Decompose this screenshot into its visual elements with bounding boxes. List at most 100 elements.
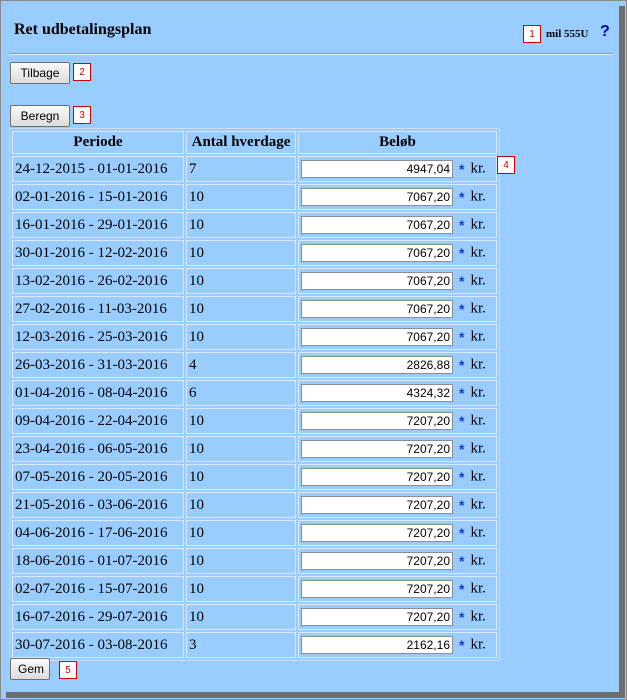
workdays-cell: 10 bbox=[186, 296, 296, 322]
amount-input[interactable] bbox=[301, 496, 453, 514]
period-cell: 16-01-2016 - 29-01-2016 bbox=[12, 212, 184, 238]
workdays-cell: 10 bbox=[186, 436, 296, 462]
table-row: 13-02-2016 - 26-02-201610 * kr. bbox=[12, 268, 497, 294]
required-marker: * bbox=[459, 357, 465, 373]
currency-unit: kr. bbox=[470, 580, 486, 597]
period-cell: 26-03-2016 - 31-03-2016 bbox=[12, 352, 184, 378]
currency-unit: kr. bbox=[470, 608, 486, 625]
currency-unit: kr. bbox=[470, 216, 486, 233]
badge-5: 5 bbox=[59, 661, 77, 679]
amount-cell: * kr. bbox=[298, 408, 497, 434]
currency-unit: kr. bbox=[470, 328, 486, 345]
workdays-cell: 10 bbox=[186, 492, 296, 518]
period-cell: 02-07-2016 - 15-07-2016 bbox=[12, 576, 184, 602]
table-row: 26-03-2016 - 31-03-20164 * kr. bbox=[12, 352, 497, 378]
amount-input[interactable] bbox=[301, 580, 453, 598]
table-row: 30-07-2016 - 03-08-20163 * kr. bbox=[12, 632, 497, 658]
required-marker: * bbox=[459, 161, 465, 177]
help-icon[interactable]: ? bbox=[600, 23, 610, 41]
period-cell: 04-06-2016 - 17-06-2016 bbox=[12, 520, 184, 546]
workdays-cell: 10 bbox=[186, 324, 296, 350]
period-cell: 12-03-2016 - 25-03-2016 bbox=[12, 324, 184, 350]
badge-3: 3 bbox=[73, 106, 91, 124]
period-cell: 21-05-2016 - 03-06-2016 bbox=[12, 492, 184, 518]
required-marker: * bbox=[459, 609, 465, 625]
required-marker: * bbox=[459, 553, 465, 569]
required-marker: * bbox=[459, 245, 465, 261]
amount-input[interactable] bbox=[301, 216, 453, 234]
amount-input[interactable] bbox=[301, 384, 453, 402]
period-cell: 07-05-2016 - 20-05-2016 bbox=[12, 464, 184, 490]
workdays-cell: 10 bbox=[186, 548, 296, 574]
period-cell: 13-02-2016 - 26-02-2016 bbox=[12, 268, 184, 294]
table-row: 16-07-2016 - 29-07-201610 * kr. bbox=[12, 604, 497, 630]
back-button[interactable]: Tilbage bbox=[10, 62, 70, 84]
required-marker: * bbox=[459, 525, 465, 541]
amount-cell: * kr. bbox=[298, 520, 497, 546]
required-marker: * bbox=[459, 581, 465, 597]
currency-unit: kr. bbox=[470, 524, 486, 541]
workdays-cell: 10 bbox=[186, 576, 296, 602]
table-row: 01-04-2016 - 08-04-20166 * kr. bbox=[12, 380, 497, 406]
period-cell: 09-04-2016 - 22-04-2016 bbox=[12, 408, 184, 434]
column-header-amount: Beløb bbox=[298, 131, 497, 154]
user-id: mil 555U bbox=[546, 28, 589, 40]
amount-input[interactable] bbox=[301, 552, 453, 570]
amount-input[interactable] bbox=[301, 356, 453, 374]
amount-cell: * kr. bbox=[298, 268, 497, 294]
currency-unit: kr. bbox=[470, 188, 486, 205]
period-cell: 24-12-2015 - 01-01-2016 bbox=[12, 156, 184, 182]
badge-4: 4 bbox=[497, 156, 515, 174]
period-cell: 30-01-2016 - 12-02-2016 bbox=[12, 240, 184, 266]
amount-cell: * kr. bbox=[298, 352, 497, 378]
amount-cell: * kr. bbox=[298, 156, 497, 182]
header-divider bbox=[9, 53, 613, 55]
amount-input[interactable] bbox=[301, 300, 453, 318]
amount-cell: * kr. bbox=[298, 380, 497, 406]
amount-input[interactable] bbox=[301, 328, 453, 346]
column-header-workdays: Antal hverdage bbox=[186, 131, 296, 154]
amount-cell: * kr. bbox=[298, 632, 497, 658]
window-shadow-right bbox=[619, 6, 625, 698]
period-cell: 30-07-2016 - 03-08-2016 bbox=[12, 632, 184, 658]
required-marker: * bbox=[459, 273, 465, 289]
amount-input[interactable] bbox=[301, 636, 453, 654]
save-button[interactable]: Gem bbox=[10, 658, 50, 680]
table-row: 18-06-2016 - 01-07-201610 * kr. bbox=[12, 548, 497, 574]
amount-input[interactable] bbox=[301, 188, 453, 206]
amount-cell: * kr. bbox=[298, 240, 497, 266]
table-row: 07-05-2016 - 20-05-201610 * kr. bbox=[12, 464, 497, 490]
amount-input[interactable] bbox=[301, 440, 453, 458]
amount-input[interactable] bbox=[301, 524, 453, 542]
required-marker: * bbox=[459, 301, 465, 317]
workdays-cell: 10 bbox=[186, 604, 296, 630]
workdays-cell: 10 bbox=[186, 240, 296, 266]
table-row: 23-04-2016 - 06-05-201610 * kr. bbox=[12, 436, 497, 462]
table-row: 09-04-2016 - 22-04-201610 * kr. bbox=[12, 408, 497, 434]
period-cell: 27-02-2016 - 11-03-2016 bbox=[12, 296, 184, 322]
currency-unit: kr. bbox=[470, 552, 486, 569]
amount-cell: * kr. bbox=[298, 604, 497, 630]
amount-input[interactable] bbox=[301, 272, 453, 290]
amount-input[interactable] bbox=[301, 412, 453, 430]
calculate-button[interactable]: Beregn bbox=[10, 105, 70, 127]
amount-cell: * kr. bbox=[298, 576, 497, 602]
workdays-cell: 4 bbox=[186, 352, 296, 378]
amount-input[interactable] bbox=[301, 468, 453, 486]
workdays-cell: 6 bbox=[186, 380, 296, 406]
currency-unit: kr. bbox=[470, 412, 486, 429]
required-marker: * bbox=[459, 413, 465, 429]
currency-unit: kr. bbox=[470, 496, 486, 513]
required-marker: * bbox=[459, 189, 465, 205]
table-row: 02-07-2016 - 15-07-201610 * kr. bbox=[12, 576, 497, 602]
period-cell: 01-04-2016 - 08-04-2016 bbox=[12, 380, 184, 406]
workdays-cell: 10 bbox=[186, 520, 296, 546]
currency-unit: kr. bbox=[470, 356, 486, 373]
table-row: 24-12-2015 - 01-01-20167 * kr. bbox=[12, 156, 497, 182]
workdays-cell: 3 bbox=[186, 632, 296, 658]
amount-input[interactable] bbox=[301, 608, 453, 626]
amount-input[interactable] bbox=[301, 160, 453, 178]
amount-cell: * kr. bbox=[298, 324, 497, 350]
workdays-cell: 10 bbox=[186, 212, 296, 238]
amount-input[interactable] bbox=[301, 244, 453, 262]
